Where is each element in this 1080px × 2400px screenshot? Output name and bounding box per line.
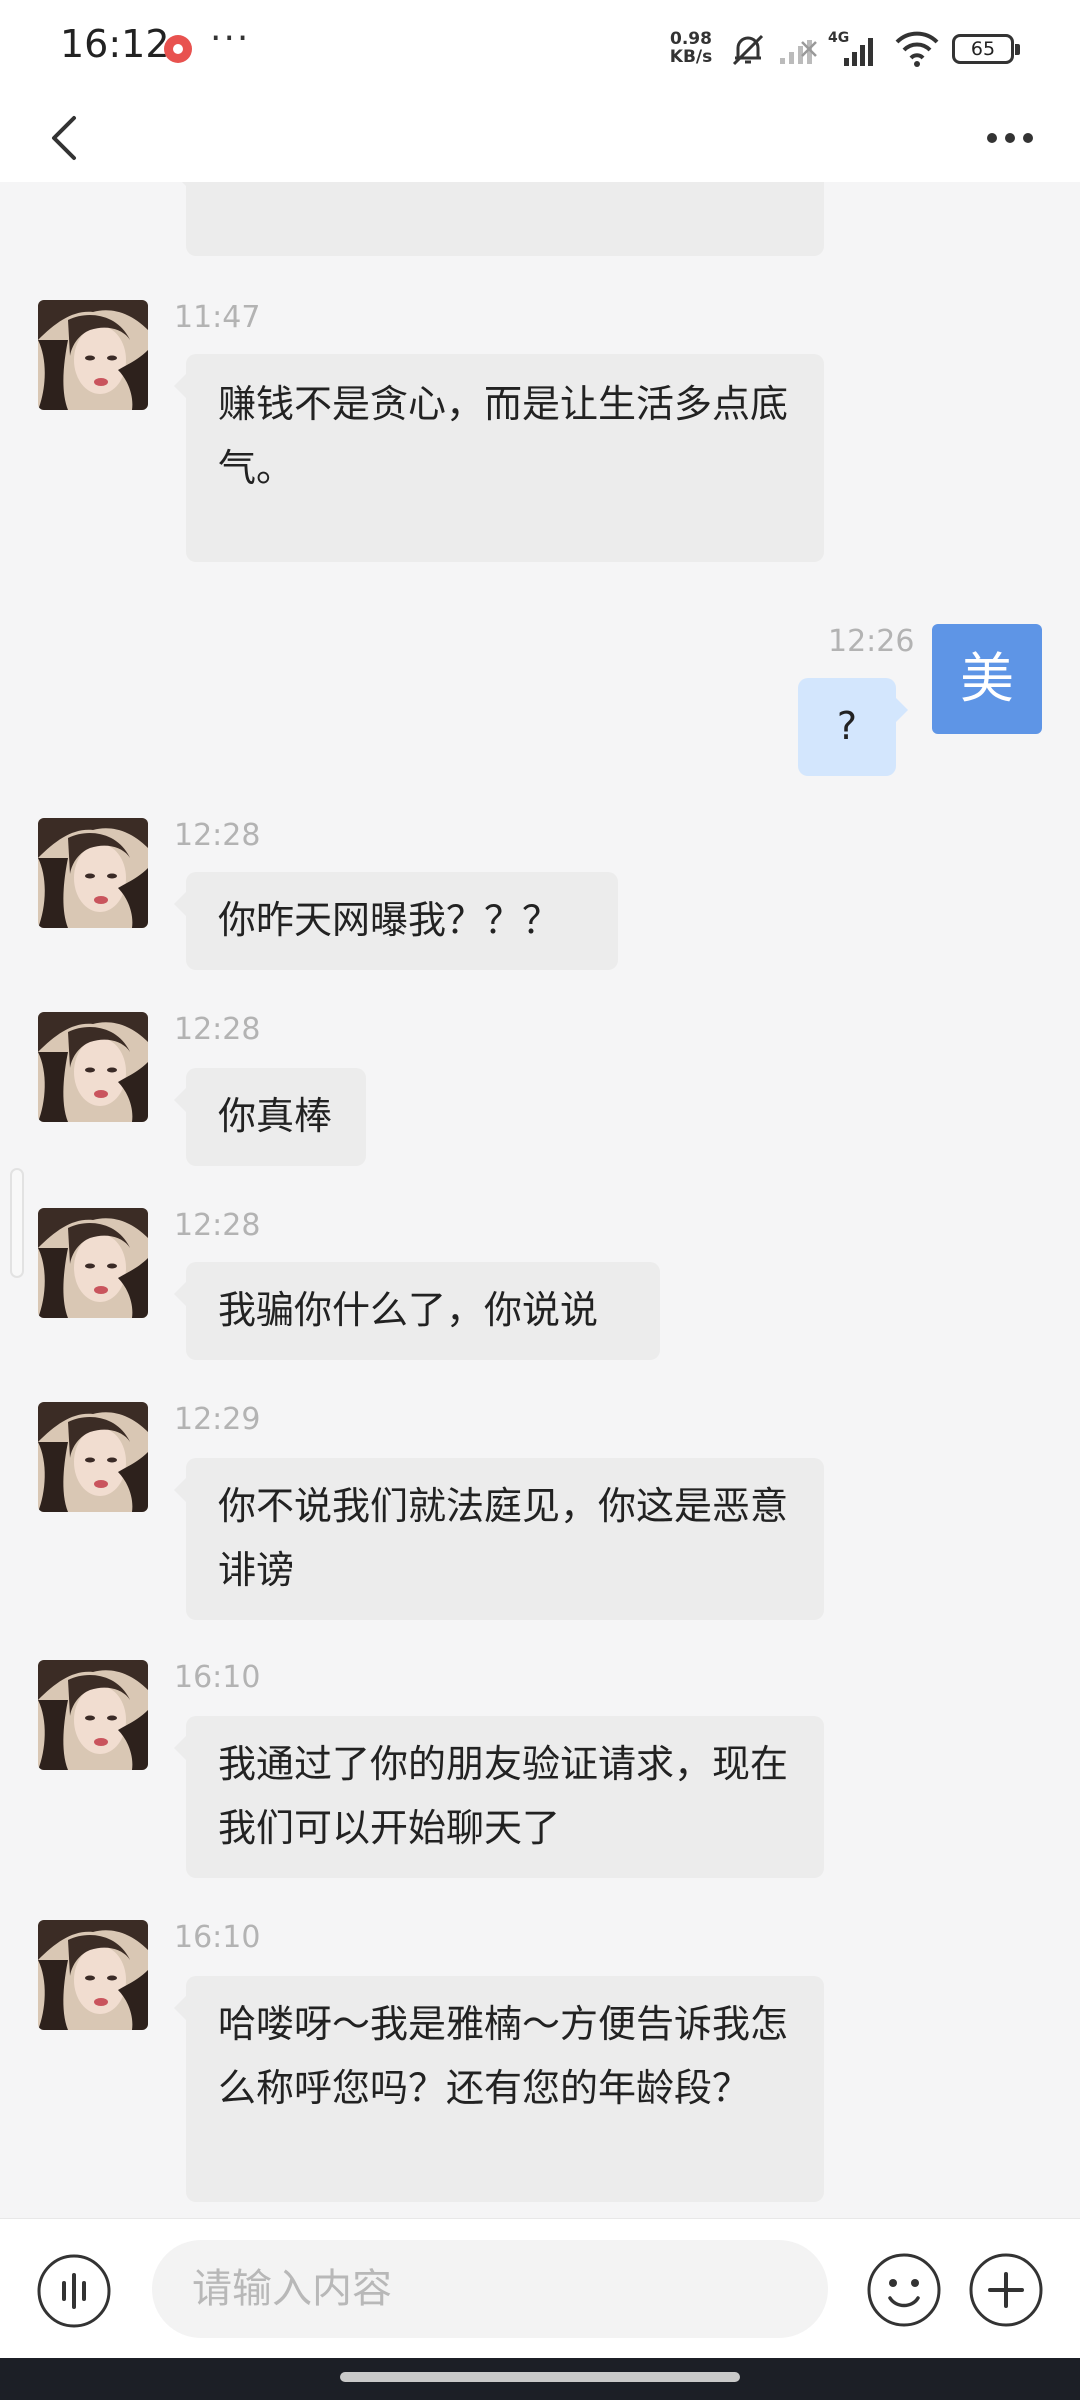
wifi-icon (894, 30, 940, 72)
emoji-button[interactable] (866, 2252, 942, 2332)
recording-icon (164, 35, 192, 63)
more-horizontal-icon (987, 133, 1033, 143)
message-input-bar (0, 2218, 1080, 2359)
contact-avatar[interactable] (38, 300, 148, 410)
network-type-label: 4G (828, 30, 849, 46)
scroll-indicator[interactable] (10, 1168, 24, 1278)
message-timestamp: 16:10 (174, 1660, 261, 1695)
signal-4g-icon: 4G (826, 28, 886, 72)
message-timestamp: 12:28 (174, 1012, 261, 1047)
battery-indicator: 65 (952, 34, 1020, 64)
voice-button[interactable] (36, 2253, 112, 2333)
home-indicator[interactable] (340, 2372, 740, 2382)
my-message-bubble[interactable]: ? (798, 678, 908, 776)
message-bubble[interactable]: 你不说我们就法庭见，你这是恶意诽谤 (174, 1458, 824, 1620)
message-timestamp: 12:28 (174, 818, 261, 853)
my-avatar[interactable]: 美 (932, 624, 1042, 734)
message-timestamp: 12:28 (174, 1208, 261, 1243)
status-more-dots: ··· (210, 18, 251, 59)
message-bubble-partial[interactable] (174, 182, 824, 256)
message-bubble[interactable]: 赚钱不是贪心，而是让生活多点底气。 (174, 354, 824, 562)
network-speed: 0.98 KB/s (666, 30, 716, 66)
more-options-button[interactable] (980, 116, 1040, 160)
contact-avatar[interactable] (38, 1402, 148, 1512)
message-bubble[interactable]: 哈喽呀～我是雅楠～方便告诉我怎么称呼您吗？还有您的年龄段？ (174, 1976, 824, 2202)
network-speed-value: 0.98 (670, 29, 712, 49)
chevron-left-icon (52, 116, 76, 160)
emoji-icon (867, 2253, 941, 2327)
contact-avatar[interactable] (38, 1012, 148, 1122)
message-bubble[interactable]: 你真棒 (174, 1068, 366, 1166)
contact-avatar[interactable] (38, 818, 148, 928)
more-actions-button[interactable] (968, 2252, 1044, 2332)
voice-icon (37, 2254, 111, 2328)
message-timestamp: 16:10 (174, 1920, 261, 1955)
signal-empty-icon (778, 36, 818, 70)
status-bar: 16:12 ··· 0.98 KB/s 4G 65 (0, 0, 1080, 92)
gesture-bar (0, 2358, 1080, 2400)
message-input[interactable] (152, 2240, 828, 2338)
message-timestamp: 12:29 (174, 1402, 261, 1437)
plus-icon (969, 2253, 1043, 2327)
mute-bell-icon (728, 30, 768, 74)
message-bubble[interactable]: 我通过了你的朋友验证请求，现在我们可以开始聊天了 (174, 1716, 824, 1878)
contact-avatar[interactable] (38, 1660, 148, 1770)
chat-message-list[interactable]: 11:47 赚钱不是贪心，而是让生活多点底气。 12:26 ? 美 12:28 … (0, 182, 1080, 2218)
status-time: 16:12 (60, 22, 170, 66)
contact-avatar[interactable] (38, 1920, 148, 2030)
message-bubble[interactable]: 我骗你什么了，你说说 (174, 1262, 660, 1360)
contact-avatar[interactable] (38, 1208, 148, 1318)
message-timestamp: 12:26 (828, 624, 915, 659)
back-button[interactable] (38, 110, 94, 166)
network-speed-unit: KB/s (669, 47, 713, 67)
message-bubble[interactable]: 你昨天网曝我？？？ (174, 872, 618, 970)
message-timestamp: 11:47 (174, 300, 261, 335)
nav-bar (0, 92, 1080, 182)
